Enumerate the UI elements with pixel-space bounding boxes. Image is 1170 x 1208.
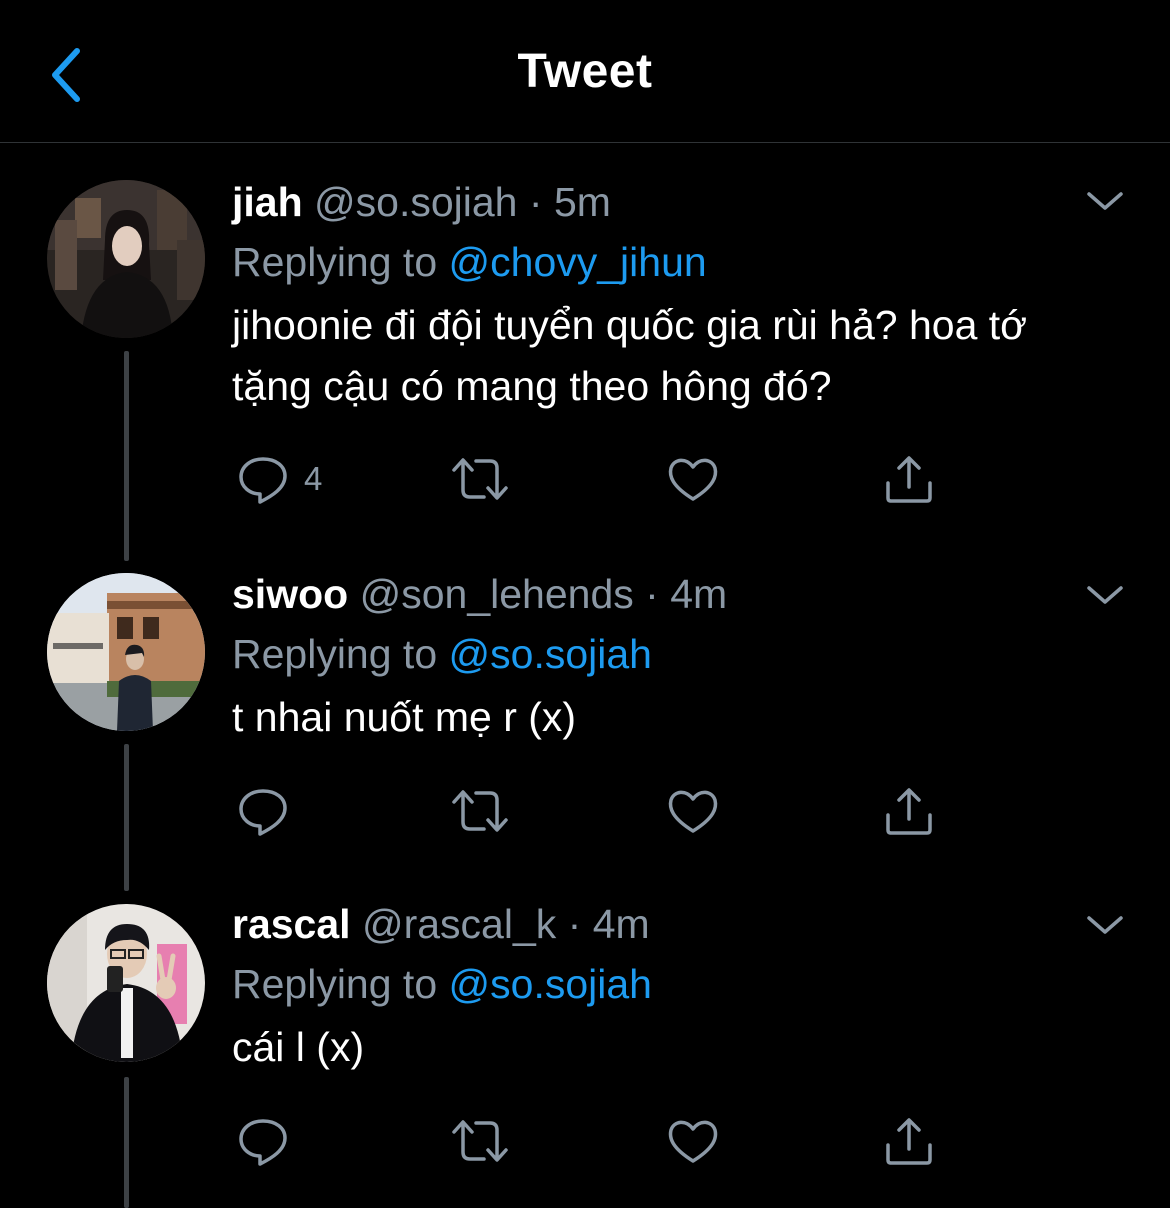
timestamp: 4m <box>592 901 650 947</box>
replying-to-mention[interactable]: @chovy_jihun <box>449 239 707 285</box>
tweet-text: cái l (x) <box>232 1024 365 1070</box>
thread-connector-line <box>124 1077 129 1208</box>
tweet-header: jiah @so.sojiah · 5m <box>232 177 1112 227</box>
avatar[interactable] <box>47 180 205 338</box>
avatar[interactable] <box>47 904 205 1062</box>
retweet-icon <box>452 790 508 832</box>
tweet-header: rascal @rascal_k · 4m <box>232 899 1112 949</box>
avatar-photo <box>47 573 205 731</box>
tweet-reply[interactable]: siwoo @son_lehends · 4m Replying to @so.… <box>0 561 1170 891</box>
retweet-button[interactable] <box>450 1113 510 1169</box>
tweet-text: t nhai nuốt mẹ r (x) <box>232 694 577 740</box>
top-navigation-bar: Tweet <box>0 0 1170 143</box>
heart-icon <box>668 790 718 833</box>
display-name[interactable]: jiah <box>232 179 303 225</box>
separator-dot: · <box>645 571 659 617</box>
heart-icon <box>668 458 718 501</box>
like-button[interactable] <box>666 783 720 839</box>
like-button[interactable] <box>666 1113 720 1169</box>
share-icon <box>886 456 932 503</box>
share-button[interactable] <box>882 783 936 839</box>
tweet-reply[interactable]: jiah @so.sojiah · 5m Replying to @chovy_… <box>0 143 1170 561</box>
reply-button[interactable] <box>236 783 290 839</box>
avatar-photo <box>47 904 205 1062</box>
reply-count: 4 <box>304 460 323 497</box>
share-button[interactable] <box>882 1113 936 1169</box>
like-button[interactable] <box>666 451 720 507</box>
reply-icon <box>239 789 287 836</box>
reply-icon <box>239 457 287 504</box>
reply-button[interactable] <box>236 1113 290 1169</box>
tweet-header: siwoo @son_lehends · 4m <box>232 569 1112 619</box>
replying-to-line: Replying to @so.sojiah <box>232 959 1112 1009</box>
retweet-icon <box>452 458 508 500</box>
retweet-icon <box>452 1120 508 1162</box>
replying-to-mention[interactable]: @so.sojiah <box>449 631 652 677</box>
share-icon <box>886 788 932 835</box>
timestamp: 4m <box>670 571 728 617</box>
replying-to-label: Replying to <box>232 961 438 1007</box>
retweet-button[interactable] <box>450 451 510 507</box>
page-title: Tweet <box>517 45 653 98</box>
share-icon <box>886 1118 932 1165</box>
username-handle[interactable]: @son_lehends <box>360 571 634 617</box>
chevron-down-icon <box>1087 192 1123 210</box>
heart-icon <box>668 1120 718 1163</box>
replying-to-label: Replying to <box>232 631 438 677</box>
tweet-actions <box>232 1113 952 1173</box>
chevron-down-icon <box>1087 586 1123 604</box>
more-options-button[interactable] <box>1082 907 1128 943</box>
more-options-button[interactable] <box>1082 577 1128 613</box>
more-options-button[interactable] <box>1082 183 1128 219</box>
thread-connector-line <box>124 744 129 891</box>
tweet-reply[interactable]: rascal @rascal_k · 4m Replying to @so.so… <box>0 891 1170 1208</box>
display-name[interactable]: rascal <box>232 901 351 947</box>
replying-to-label: Replying to <box>232 239 438 285</box>
username-handle[interactable]: @so.sojiah <box>314 179 517 225</box>
reply-button[interactable]: 4 <box>236 451 322 507</box>
replying-to-line: Replying to @so.sojiah <box>232 629 1112 679</box>
thread-connector-line <box>124 351 129 561</box>
share-button[interactable] <box>882 451 936 507</box>
tweet-actions: 4 <box>232 451 952 511</box>
replying-to-line: Replying to @chovy_jihun <box>232 237 1112 287</box>
tweet-actions <box>232 783 952 843</box>
username-handle[interactable]: @rascal_k <box>362 901 556 947</box>
timestamp: 5m <box>553 179 611 225</box>
separator-dot: · <box>567 901 582 947</box>
tweet-text: jihoonie đi đội tuyển quốc gia rùi hả? h… <box>232 302 1028 409</box>
avatar-photo <box>47 180 205 338</box>
reply-icon <box>239 1119 287 1166</box>
retweet-button[interactable] <box>450 783 510 839</box>
display-name[interactable]: siwoo <box>232 571 348 617</box>
avatar[interactable] <box>47 573 205 731</box>
replying-to-mention[interactable]: @so.sojiah <box>449 961 652 1007</box>
separator-dot: · <box>528 179 543 225</box>
chevron-down-icon <box>1087 916 1123 934</box>
